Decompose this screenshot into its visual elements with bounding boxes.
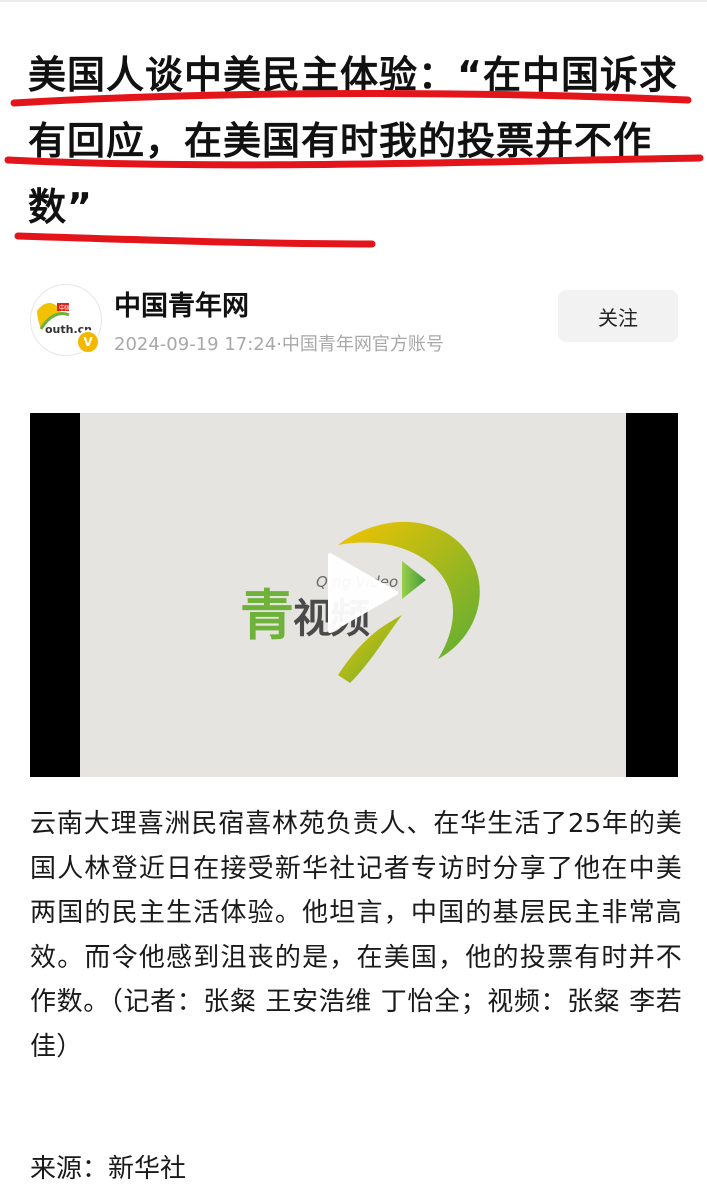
article-source: 来源：新华社 <box>30 1154 187 1184</box>
video-thumbnail: 青 视频 Qing Video <box>80 413 626 777</box>
post-meta: 2024-09-19 17:24·中国青年网官方账号 <box>114 334 444 355</box>
article-title: 美国人谈中美民主体验：“在中国诉求有回应，在美国有时我的投票并不作数” <box>28 53 678 229</box>
follow-button[interactable]: 关注 <box>558 290 678 342</box>
article-body: 云南大理喜洲民宿喜林苑负责人、在华生活了25年的美国人林登近日在接受新华社记者专… <box>30 809 682 1062</box>
author-row: 中国青年网 outh.cn V 中国青年网 2024-09-19 17:24·中… <box>30 282 678 362</box>
verified-badge-icon: V <box>76 330 100 354</box>
play-icon[interactable] <box>80 413 626 777</box>
top-divider <box>0 0 707 2</box>
svg-text:中国青年网: 中国青年网 <box>59 304 89 312</box>
author-name[interactable]: 中国青年网 <box>114 284 249 323</box>
video-player[interactable]: 青 视频 Qing Video <box>30 413 678 777</box>
